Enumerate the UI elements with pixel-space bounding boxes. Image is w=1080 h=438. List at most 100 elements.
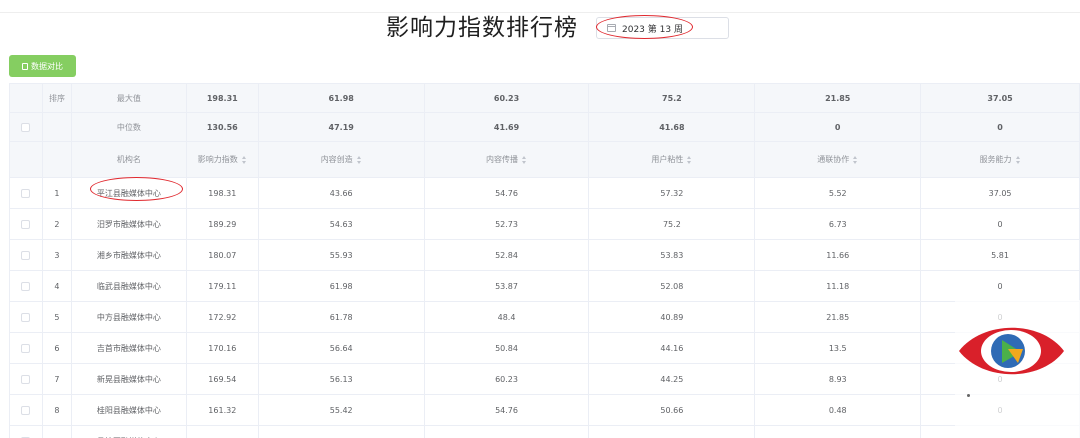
max-label: 最大值 (71, 84, 187, 113)
content-spread-cell: 53.87 (424, 271, 590, 302)
row-checkbox-cell (10, 240, 43, 271)
sort-caret-icon[interactable] (356, 155, 362, 164)
content-creation-cell: 61.98 (258, 271, 425, 302)
index-cell: 172.92 (186, 302, 259, 333)
table-row[interactable]: 7新晃县融媒体中心169.5456.1360.2344.258.930 (10, 364, 1080, 395)
header-rank-spacer (42, 142, 72, 178)
content-creation-cell: 56.13 (258, 364, 425, 395)
row-checkbox[interactable] (21, 405, 31, 415)
table-body: 1 平江县融媒体中心 198.31 43.66 54.76 57.32 5.52 37.05 2… (10, 178, 1080, 438)
index-cell: 161.32 (186, 395, 259, 426)
row-checkbox-cell (10, 302, 43, 333)
collaboration-cell: 15.29 (755, 426, 922, 438)
max-value: 21.85 (755, 84, 922, 113)
table-row[interactable]: 9岳塘区融媒体中心160.4359.5746.2839.2915.290 (10, 426, 1080, 438)
table-row[interactable]: 1 平江县融媒体中心 198.31 43.66 54.76 57.32 5.52 37.05 (10, 178, 1080, 209)
service-cell: 5.81 (921, 240, 1080, 271)
column-header-index[interactable]: 影响力指数 (186, 142, 259, 178)
ranking-table: 排序 最大值 198.31 61.98 60.23 75.2 21.85 37.… (9, 83, 1080, 438)
max-value: 198.31 (186, 84, 259, 113)
column-header-user-stickiness[interactable]: 用户粘性 (589, 142, 756, 178)
row-checkbox[interactable] (21, 219, 31, 229)
data-compare-button[interactable]: 数据对比 (9, 55, 76, 77)
collaboration-cell: 13.5 (755, 333, 922, 364)
table-row[interactable]: 6 吉首市融媒体中心 170.16 56.64 50.84 44.16 13.5 (10, 333, 1080, 364)
rank-cell: 9 (43, 426, 72, 438)
column-header-label: 用户粘性 (651, 155, 684, 164)
column-header-label: 服务能力 (979, 155, 1012, 164)
sort-caret-icon[interactable] (1015, 155, 1021, 164)
org-name-cell: 吉首市融媒体中心 (71, 333, 187, 364)
week-picker[interactable]: 2023 第 13 周 (596, 17, 729, 39)
row-checkbox-cell (10, 395, 43, 426)
rank-cell: 2 (42, 209, 72, 240)
content-creation-cell: 56.64 (258, 333, 425, 364)
column-header-collaboration[interactable]: 通联协作 (755, 142, 922, 178)
document-icon (22, 62, 28, 70)
user-stickiness-cell: 44.25 (589, 364, 756, 395)
rank-spacer (42, 113, 72, 142)
rank-cell: 7 (42, 364, 72, 395)
sort-caret-icon[interactable] (522, 155, 527, 164)
user-stickiness-cell: 75.2 (589, 209, 756, 240)
table-row[interactable]: 8桂阳县融媒体中心161.3255.4254.7650.660.480 (10, 395, 1080, 426)
column-header-content-creation[interactable]: 内容创造 (258, 142, 425, 178)
user-stickiness-cell: 44.16 (589, 333, 756, 364)
collaboration-cell: 11.66 (755, 240, 922, 271)
index-cell: 169.54 (186, 364, 259, 395)
content-spread-cell: 54.76 (424, 178, 590, 209)
content-spread-cell: 48.4 (424, 302, 590, 333)
table-row[interactable]: 2 汨罗市融媒体中心 189.29 54.63 52.73 75.2 6.73 0 (10, 209, 1080, 240)
service-cell: 37.05 (921, 178, 1080, 209)
user-stickiness-cell: 57.32 (589, 178, 756, 209)
median-value: 0 (921, 113, 1080, 142)
column-header-service[interactable]: 服务能力 (921, 142, 1080, 178)
select-all-checkbox[interactable] (21, 122, 31, 132)
user-stickiness-cell: 53.83 (589, 240, 756, 271)
median-value: 0 (755, 113, 922, 142)
row-checkbox[interactable] (21, 312, 31, 322)
rank-cell: 1 (42, 178, 72, 209)
org-name-cell: 湘乡市融媒体中心 (71, 240, 187, 271)
watermark-dot (967, 394, 970, 397)
content-spread-cell: 52.73 (424, 209, 590, 240)
sort-caret-icon[interactable] (241, 155, 247, 164)
index-cell: 179.11 (186, 271, 259, 302)
row-checkbox[interactable] (21, 188, 31, 198)
index-cell: 198.31 (186, 178, 259, 209)
column-header-label: 内容传播 (486, 155, 519, 164)
sort-caret-icon[interactable] (853, 155, 858, 164)
index-cell: 160.43 (187, 426, 259, 438)
content-spread-cell: 50.84 (424, 333, 590, 364)
table-row[interactable]: 4 临武县融媒体中心 179.11 61.98 53.87 52.08 11.18 0 (10, 271, 1080, 302)
table-row[interactable]: 3 湘乡市融媒体中心 180.07 55.93 52.84 53.83 11.66 5.81 (10, 240, 1080, 271)
eye-logo-icon (959, 327, 1064, 375)
row-checkbox[interactable] (21, 343, 31, 353)
index-cell: 189.29 (186, 209, 259, 240)
select-all-cell (10, 113, 43, 142)
collaboration-cell: 0.48 (755, 395, 922, 426)
median-value: 130.56 (186, 113, 259, 142)
median-value: 41.68 (589, 113, 756, 142)
calendar-icon (607, 24, 616, 32)
row-checkbox[interactable] (21, 374, 31, 384)
row-checkbox[interactable] (21, 281, 31, 291)
collaboration-cell: 11.18 (755, 271, 922, 302)
row-checkbox[interactable] (21, 250, 31, 260)
column-header-name: 机构名 (71, 142, 187, 178)
org-name-cell: 新晃县融媒体中心 (71, 364, 187, 395)
sort-caret-icon[interactable] (687, 155, 692, 164)
service-cell: 0 (921, 209, 1080, 240)
data-compare-label: 数据对比 (31, 61, 63, 71)
org-name-cell: 平江县融媒体中心 (71, 178, 187, 209)
collaboration-cell: 5.52 (755, 178, 922, 209)
content-spread-cell: 46.28 (425, 426, 590, 438)
content-creation-cell: 55.42 (258, 395, 425, 426)
median-value: 41.69 (424, 113, 590, 142)
column-header-content-spread[interactable]: 内容传播 (424, 142, 590, 178)
table-row[interactable]: 5中方县融媒体中心172.9261.7848.440.8921.850 (10, 302, 1080, 333)
rank-cell: 4 (42, 271, 72, 302)
collaboration-cell: 21.85 (755, 302, 922, 333)
header-checkbox-spacer (10, 84, 43, 113)
row-checkbox-cell (10, 271, 43, 302)
